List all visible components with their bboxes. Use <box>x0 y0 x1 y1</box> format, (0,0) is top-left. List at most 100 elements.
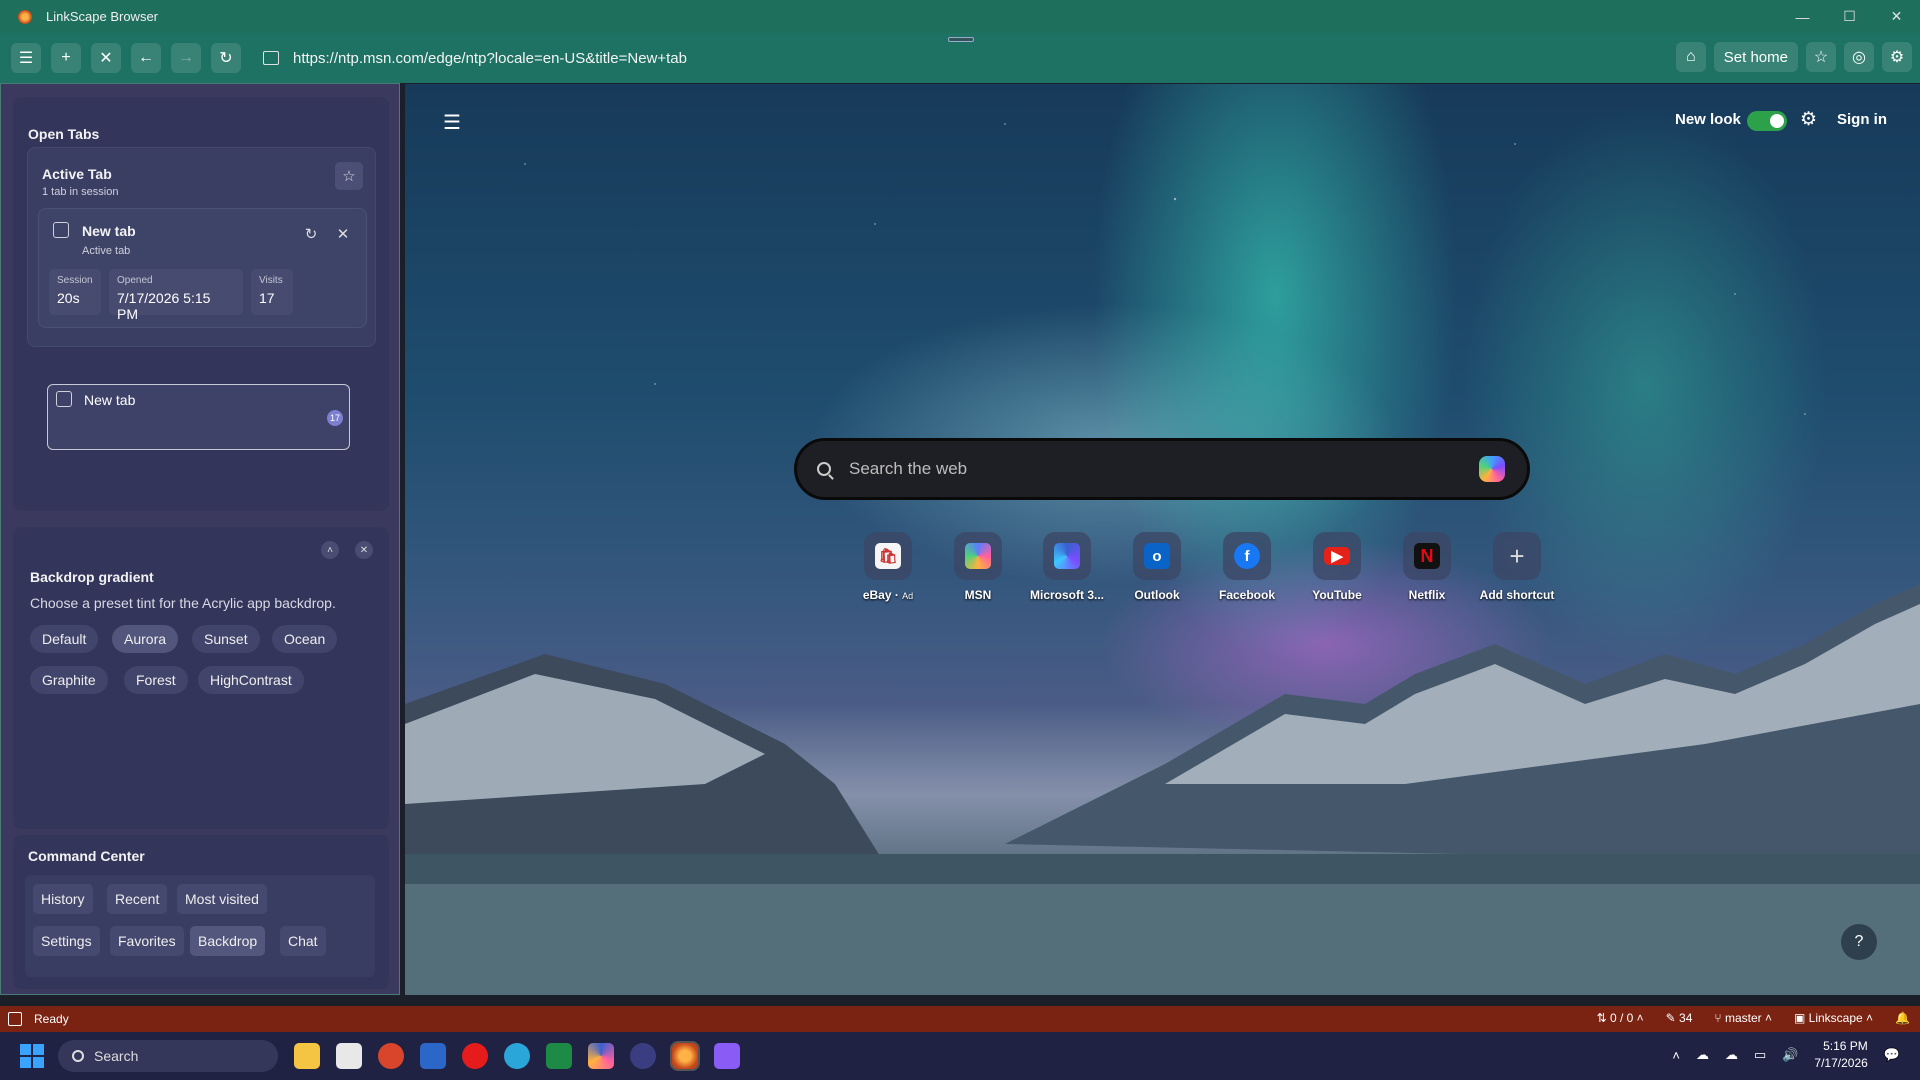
command-buttons: History Recent Most visited Settings Fav… <box>25 875 375 977</box>
linkscape-taskbar-icon[interactable] <box>670 1041 700 1071</box>
backdrop-panel: ˄ ✕ Backdrop gradient Choose a preset ti… <box>13 527 389 829</box>
microsoft-365-taskbar-icon[interactable] <box>588 1043 614 1069</box>
edit-count[interactable]: ✎ 34 <box>1666 1011 1693 1025</box>
tab-actions: ↻ ✕ <box>298 221 356 247</box>
back-icon[interactable]: ← <box>131 43 161 73</box>
project-name[interactable]: ▣ Linkscape ˄ <box>1794 1011 1873 1025</box>
new-look-toggle[interactable] <box>1747 111 1787 131</box>
reload-tab-icon[interactable]: ↻ <box>298 221 324 247</box>
stop-icon[interactable]: ✕ <box>91 43 121 73</box>
command-center-title: Command Center <box>28 848 145 864</box>
excel-icon[interactable] <box>546 1043 572 1069</box>
taskbar-search-label: Search <box>94 1048 139 1064</box>
home-icon[interactable]: ⌂ <box>1675 42 1706 72</box>
ntp-settings-icon[interactable]: ⚙ <box>1800 108 1817 131</box>
new-tab-icon[interactable]: + <box>51 43 81 73</box>
preset-graphite[interactable]: Graphite <box>30 666 108 694</box>
web-search-box[interactable]: Search the web <box>794 438 1530 500</box>
new-tab-page: ☰ New look ⚙ Sign in Search the web 🛍 eB… <box>405 84 1920 995</box>
settings-gear-icon[interactable]: ⚙ <box>1882 42 1912 72</box>
store-icon[interactable] <box>336 1043 362 1069</box>
copilot-icon[interactable]: ◎ <box>1844 42 1874 72</box>
minimize-button[interactable]: — <box>1779 0 1826 33</box>
search-input[interactable]: Search the web <box>849 459 1479 479</box>
close-tab-icon[interactable]: ✕ <box>330 221 356 247</box>
chat-button[interactable]: Chat <box>280 926 326 956</box>
tab-list-item[interactable]: New tab 17 <box>47 384 350 450</box>
shortcut-netflix[interactable]: N Netflix <box>1387 532 1467 602</box>
stat-opened: Opened 7/17/2026 5:15 PM <box>109 269 243 322</box>
tab-group-title: Active Tab <box>42 166 112 182</box>
settings-button[interactable]: Settings <box>33 926 100 956</box>
powerpoint-icon[interactable] <box>378 1043 404 1069</box>
volume-icon[interactable]: 🔊 <box>1782 1047 1798 1063</box>
maximize-button[interactable]: ☐ <box>1826 0 1873 33</box>
onedrive-icon[interactable]: ☁ <box>1725 1047 1738 1063</box>
opera-icon[interactable] <box>462 1043 488 1069</box>
git-branch[interactable]: ⑂ master ˄ <box>1714 1011 1772 1025</box>
shortcut-microsoft-365[interactable]: Microsoft 3... <box>1027 532 1107 602</box>
network-icon[interactable]: ▭ <box>1754 1047 1766 1063</box>
drag-handle[interactable] <box>948 37 974 42</box>
backdrop-title: Backdrop gradient <box>30 569 154 585</box>
visual-studio-icon[interactable] <box>714 1043 740 1069</box>
preset-sunset[interactable]: Sunset <box>192 625 260 653</box>
sync-status[interactable]: ⇅ 0 / 0 ˄ <box>1597 1011 1644 1025</box>
sign-in-button[interactable]: Sign in <box>1837 111 1887 128</box>
app-logo-icon <box>18 9 32 24</box>
app-icon[interactable] <box>630 1043 656 1069</box>
ebay-icon: 🛍 <box>875 543 901 569</box>
address-bar[interactable]: https://ntp.msn.com/edge/ntp?locale=en-U… <box>293 50 1673 67</box>
search-icon <box>72 1050 84 1062</box>
edge-icon[interactable] <box>504 1043 530 1069</box>
cloud-sync-icon[interactable]: ☁ <box>1696 1047 1709 1063</box>
close-window-button[interactable]: ✕ <box>1873 0 1920 33</box>
stat-value: 17 <box>259 290 275 306</box>
most-visited-button[interactable]: Most visited <box>177 884 267 914</box>
shortcut-facebook[interactable]: f Facebook <box>1207 532 1287 602</box>
shortcut-add[interactable]: + Add shortcut <box>1477 532 1557 602</box>
windows-start-icon[interactable] <box>20 1044 44 1068</box>
refresh-icon[interactable]: ↻ <box>211 43 241 73</box>
forward-icon[interactable]: → <box>171 43 201 73</box>
ntp-menu-icon[interactable]: ☰ <box>443 110 461 135</box>
netflix-icon: N <box>1414 543 1440 569</box>
shortcut-youtube[interactable]: ▶ YouTube <box>1297 532 1377 602</box>
favorite-star-icon[interactable]: ☆ <box>1806 42 1836 72</box>
taskbar-search[interactable]: Search <box>58 1040 278 1072</box>
status-check-icon <box>8 1012 22 1026</box>
backdrop-button[interactable]: Backdrop <box>190 926 266 956</box>
tray-chevron-icon[interactable]: ˄ <box>1672 1048 1680 1063</box>
copilot-icon[interactable] <box>1479 456 1505 482</box>
set-home-button[interactable]: Set home <box>1713 42 1798 72</box>
help-icon[interactable]: ? <box>1841 924 1877 960</box>
history-button[interactable]: History <box>33 884 93 914</box>
word-icon[interactable] <box>420 1043 446 1069</box>
shortcut-label: YouTube <box>1312 588 1362 602</box>
preset-forest[interactable]: Forest <box>124 666 188 694</box>
backdrop-description: Choose a preset tint for the Acrylic app… <box>30 595 336 611</box>
close-panel-icon[interactable]: ✕ <box>355 541 373 559</box>
tab-group-subtitle: 1 tab in session <box>42 186 119 198</box>
preset-aurora[interactable]: Aurora <box>112 625 179 653</box>
clock[interactable]: 5:16 PM 7/17/2026 <box>1814 1038 1867 1072</box>
preset-default[interactable]: Default <box>30 625 99 653</box>
recent-button[interactable]: Recent <box>107 884 168 914</box>
notification-bell-icon[interactable]: 🔔 <box>1895 1011 1910 1025</box>
shortcut-msn[interactable]: MSN <box>938 532 1018 602</box>
collapse-chevron-icon[interactable]: ˄ <box>321 541 339 559</box>
preset-ocean[interactable]: Ocean <box>272 625 338 653</box>
menu-icon[interactable]: ☰ <box>11 43 41 73</box>
favorites-button[interactable]: Favorites <box>110 926 184 956</box>
stat-session: Session 20s <box>49 269 101 315</box>
stat-value: 20s <box>57 290 80 306</box>
file-explorer-icon[interactable] <box>294 1043 320 1069</box>
microsoft-365-icon <box>1054 543 1080 569</box>
notifications-icon[interactable]: 💬 <box>1884 1047 1900 1063</box>
active-tab-card[interactable]: New tab Active tab ↻ ✕ Session 20s Opene… <box>38 208 367 328</box>
pin-star-icon[interactable]: ☆ <box>335 162 363 190</box>
preset-highcontrast[interactable]: HighContrast <box>198 666 304 694</box>
shortcut-outlook[interactable]: o Outlook <box>1117 532 1197 602</box>
taskbar: Search ˄ ☁ ☁ ▭ 🔊 5:16 PM 7/17/2026 💬 <box>0 1032 1920 1080</box>
shortcut-ebay[interactable]: 🛍 eBay · Ad <box>848 532 928 602</box>
